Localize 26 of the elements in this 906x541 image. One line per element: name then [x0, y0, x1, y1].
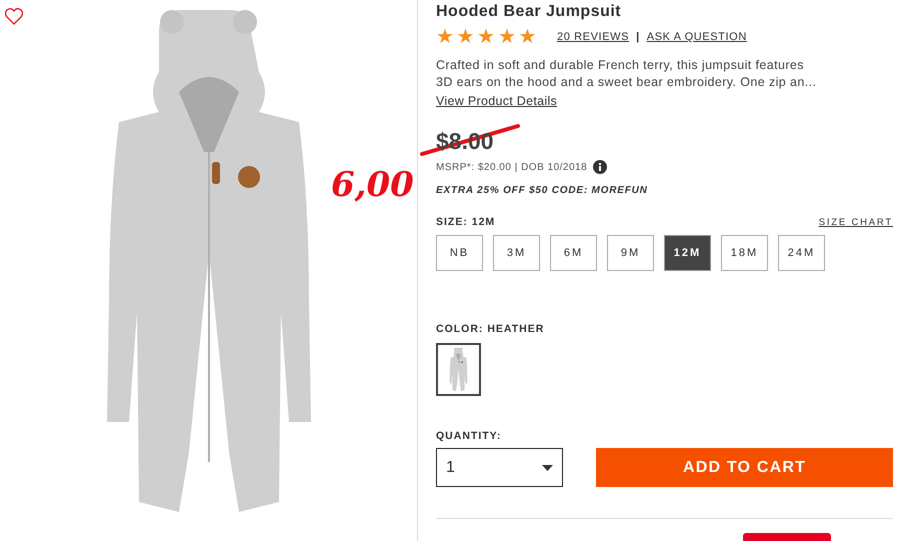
size-option[interactable]: 24M — [778, 235, 825, 271]
separator: | — [636, 31, 640, 43]
quantity-select[interactable]: 1 — [436, 448, 563, 487]
view-details-link[interactable]: View Product Details — [436, 94, 558, 108]
color-label: COLOR: HEATHER — [436, 323, 544, 335]
star-rating: ★★★★★ — [436, 27, 538, 47]
info-icon[interactable] — [593, 160, 608, 174]
color-swatch[interactable] — [436, 343, 481, 396]
size-option[interactable]: 18M — [721, 235, 768, 271]
ask-question-link[interactable]: ASK A QUESTION — [646, 31, 747, 43]
reviews-link[interactable]: 20 REVIEWS — [557, 31, 630, 43]
size-chart-link[interactable]: SIZE CHART — [818, 217, 893, 228]
size-option[interactable]: 6M — [550, 235, 597, 271]
size-option[interactable]: NB — [436, 235, 483, 271]
promo-text: EXTRA 25% OFF $50 CODE: MOREFUN — [436, 185, 648, 196]
product-description: Crafted in soft and durable French terry, this jumpsuit features 3D ears on the hood and a sweet bear embroidery. One zip an... — [436, 57, 818, 91]
price-annotation: 6,00 — [331, 165, 414, 205]
size-label: SIZE: 12M — [436, 216, 496, 228]
caret-icon — [542, 464, 553, 470]
msrp-text: MSRP*: $20.00 | DOB 10/2018 — [436, 162, 588, 172]
size-option[interactable]: 9M — [607, 235, 654, 271]
size-option[interactable]: 12M — [664, 235, 711, 271]
size-option[interactable]: 3M — [493, 235, 540, 271]
quantity-label: QUANTITY: — [436, 430, 502, 442]
heart-icon[interactable] — [5, 8, 23, 25]
product-title: Hooded Bear Jumpsuit — [436, 2, 622, 21]
